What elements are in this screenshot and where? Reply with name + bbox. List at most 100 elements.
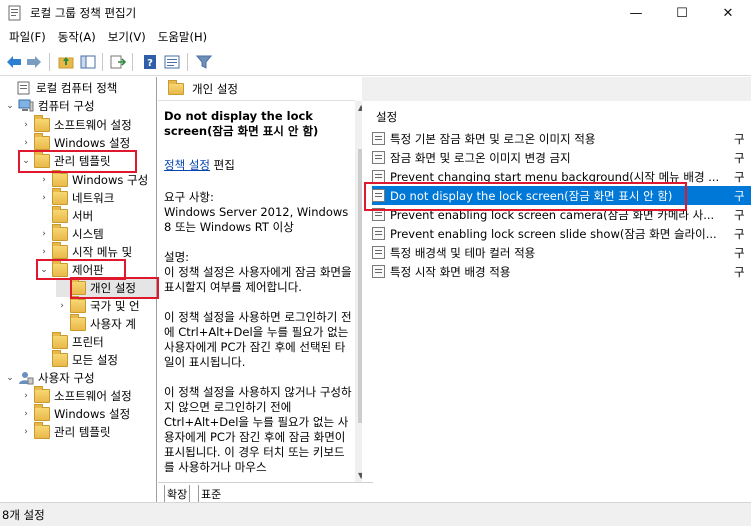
folder-icon <box>52 350 68 367</box>
description-para-3: 이 정책 설정을 사용하지 않거나 구성하지 않으면 로그인하기 전에 Ctrl… <box>164 385 352 474</box>
edit-policy-link[interactable]: 정책 설정 <box>164 158 210 172</box>
policy-setting-icon <box>372 170 385 183</box>
menu-action[interactable]: 동작(A) <box>52 27 102 47</box>
up-folder-icon <box>58 57 74 69</box>
folder-icon <box>34 386 50 403</box>
help-button[interactable]: ? <box>140 52 160 72</box>
collapsed-chevron-icon[interactable]: › <box>20 138 32 148</box>
tree-user-accounts[interactable]: 사용자 계 <box>56 314 136 333</box>
tree-region-language[interactable]: › 국가 및 언 <box>56 296 140 315</box>
collapsed-chevron-icon[interactable]: › <box>38 247 50 257</box>
minimize-button[interactable]: — <box>613 0 659 26</box>
expanded-chevron-icon[interactable]: ⌄ <box>4 101 16 111</box>
collapsed-chevron-icon[interactable]: › <box>38 193 50 203</box>
filter-icon <box>196 55 212 69</box>
tree-printers[interactable]: 프린터 <box>38 332 104 351</box>
description-para-2: 이 정책 설정을 사용하면 로그인하기 전에 Ctrl+Alt+Del을 누를 … <box>164 310 352 369</box>
folder-icon <box>34 422 50 439</box>
tree-computer-config[interactable]: ⌄ 컴퓨터 구성 <box>4 97 94 115</box>
minimize-icon: — <box>629 5 643 21</box>
tree-server[interactable]: 서버 <box>38 206 93 225</box>
collapsed-chevron-icon[interactable]: › <box>38 229 50 239</box>
forward-button[interactable] <box>24 52 44 72</box>
list-item[interactable]: 특정 시작 화면 배경 적용 구 <box>372 262 751 281</box>
policy-setting-icon <box>372 151 385 164</box>
tree-system[interactable]: › 시스템 <box>38 224 104 243</box>
folder-icon <box>52 206 68 223</box>
tree-user-software-settings[interactable]: › 소프트웨어 설정 <box>20 386 132 405</box>
svg-text:?: ? <box>147 58 153 69</box>
collapsed-chevron-icon[interactable]: › <box>38 175 50 185</box>
folder-icon <box>52 242 68 259</box>
folder-icon <box>70 296 86 313</box>
settings-list: 설정 특정 기본 잠금 화면 및 로그온 이미지 적용 구 잠금 화면 및 로그… <box>362 101 751 502</box>
description-label: 설명: <box>164 250 190 264</box>
column-header-setting[interactable]: 설정 <box>376 109 397 125</box>
folder-icon <box>52 224 68 241</box>
title-bar: 로컬 그룹 정책 편집기 — ☐ ✕ <box>0 0 751 26</box>
tree-control-panel[interactable]: ⌄ 제어판 <box>38 260 104 279</box>
policy-setting-icon <box>372 132 385 145</box>
show-hide-tree-icon <box>80 55 96 69</box>
list-item-selected[interactable]: Do not display the lock screen(잠금 화면 표시 … <box>372 186 751 205</box>
tree-windows-settings[interactable]: › Windows 설정 <box>20 133 130 152</box>
folder-icon <box>52 188 68 205</box>
tree-user-windows-settings[interactable]: › Windows 설정 <box>20 404 130 423</box>
properties-icon <box>164 55 180 69</box>
list-item[interactable]: Prevent enabling lock screen camera(잠금 화… <box>372 205 751 224</box>
export-list-button[interactable] <box>108 52 128 72</box>
toolbar: ? <box>0 48 751 76</box>
folder-icon <box>34 115 50 132</box>
back-button[interactable] <box>4 52 24 72</box>
tree-user-admin-templates[interactable]: › 관리 템플릿 <box>20 422 111 441</box>
menu-help[interactable]: 도움말(H) <box>152 27 213 47</box>
expanded-chevron-icon[interactable]: ⌄ <box>38 265 50 275</box>
filter-button[interactable] <box>194 52 214 72</box>
tree-user-config[interactable]: ⌄ 사용자 구성 <box>4 369 94 387</box>
properties-button[interactable] <box>162 52 182 72</box>
up-one-level-button[interactable] <box>56 52 76 72</box>
collapsed-chevron-icon[interactable]: › <box>20 391 32 401</box>
collapsed-chevron-icon[interactable]: › <box>20 427 32 437</box>
expanded-chevron-icon[interactable]: ⌄ <box>4 373 16 383</box>
expanded-chevron-icon[interactable]: ⌄ <box>20 156 32 166</box>
tree-windows-components[interactable]: › Windows 구성 <box>38 170 148 189</box>
tree-software-settings[interactable]: › 소프트웨어 설정 <box>20 115 132 134</box>
description-para-1: 이 정책 설정은 사용자에게 잠금 화면을 표시할지 여부를 제어합니다. <box>164 265 352 294</box>
description-header: 개인 설정 <box>158 77 355 101</box>
tree-local-computer-policy[interactable]: 로컬 컴퓨터 정책 <box>2 79 117 97</box>
policy-title: Do not display the lock screen(잠금 화면 표시 … <box>164 109 319 138</box>
requirements-text: Windows Server 2012, Windows 8 또는 Window… <box>164 205 349 234</box>
computer-policy-icon <box>17 81 30 95</box>
list-item[interactable]: 잠금 화면 및 로그온 이미지 변경 금지 구 <box>372 148 751 167</box>
list-item[interactable]: 특정 배경색 및 테마 컬러 적용 구 <box>372 243 751 262</box>
collapsed-chevron-icon[interactable]: › <box>56 301 68 311</box>
forward-arrow-icon <box>27 56 41 68</box>
tree-start-menu[interactable]: › 시작 메뉴 및 <box>38 242 132 261</box>
tree-all-settings[interactable]: 모든 설정 <box>38 350 118 369</box>
requirements-label: 요구 사항: <box>164 190 214 204</box>
menu-bar: 파일(F) 동작(A) 보기(V) 도움말(H) <box>0 26 751 48</box>
menu-view[interactable]: 보기(V) <box>102 27 152 47</box>
folder-icon <box>52 332 68 349</box>
close-button[interactable]: ✕ <box>705 0 751 26</box>
folder-icon <box>52 170 68 187</box>
tree-admin-templates[interactable]: ⌄ 관리 템플릿 <box>20 151 111 170</box>
tree-network[interactable]: › 네트워크 <box>38 188 114 207</box>
policy-setting-icon <box>372 208 385 221</box>
folder-icon <box>168 79 184 95</box>
folder-icon <box>34 151 50 168</box>
window-title: 로컬 그룹 정책 편집기 <box>30 6 137 20</box>
description-pane: 개인 설정 Do not display the lock screen(잠금 … <box>158 77 355 482</box>
list-item[interactable]: Prevent changing start menu background(시… <box>372 167 751 186</box>
tab-standard[interactable]: 표준 <box>198 485 223 503</box>
list-item[interactable]: Prevent enabling lock screen slide show(… <box>372 224 751 243</box>
tree-personalization[interactable]: 개인 설정 <box>56 278 156 297</box>
collapsed-chevron-icon[interactable]: › <box>20 409 32 419</box>
list-item[interactable]: 특정 기본 잠금 화면 및 로그온 이미지 적용 구 <box>372 129 751 148</box>
show-hide-tree-button[interactable] <box>78 52 98 72</box>
policy-setting-icon <box>372 246 385 259</box>
maximize-button[interactable]: ☐ <box>659 0 705 26</box>
menu-file[interactable]: 파일(F) <box>3 27 52 47</box>
collapsed-chevron-icon[interactable]: › <box>20 120 32 130</box>
